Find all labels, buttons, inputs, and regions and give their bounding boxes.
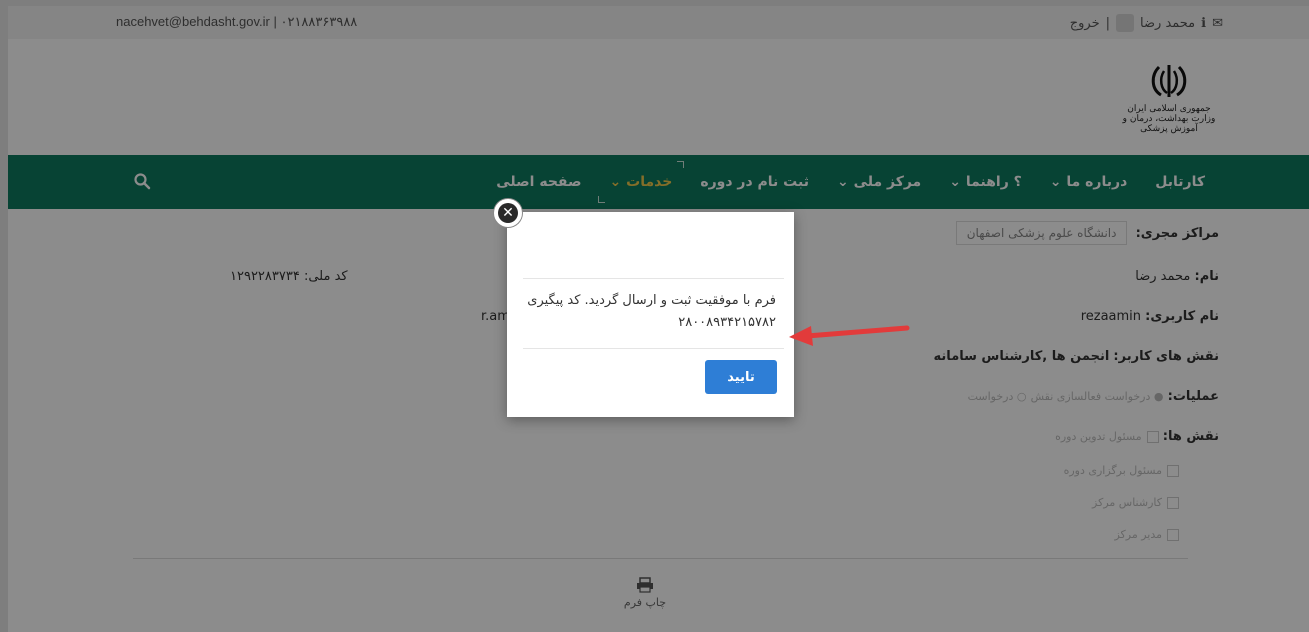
close-icon: ✕ [498,203,518,223]
success-dialog: ✕ فرم با موفقیت ثبت و ارسال گردید. کد پی… [494,199,794,417]
dialog-divider-top [523,278,784,279]
dialog-divider-bottom [523,348,784,349]
confirm-button[interactable]: تایید [705,360,777,394]
arrow-annotation-icon [789,325,910,346]
close-button[interactable]: ✕ [494,199,522,227]
dialog-message: فرم با موفقیت ثبت و ارسال گردید. کد پیگی… [527,293,776,330]
